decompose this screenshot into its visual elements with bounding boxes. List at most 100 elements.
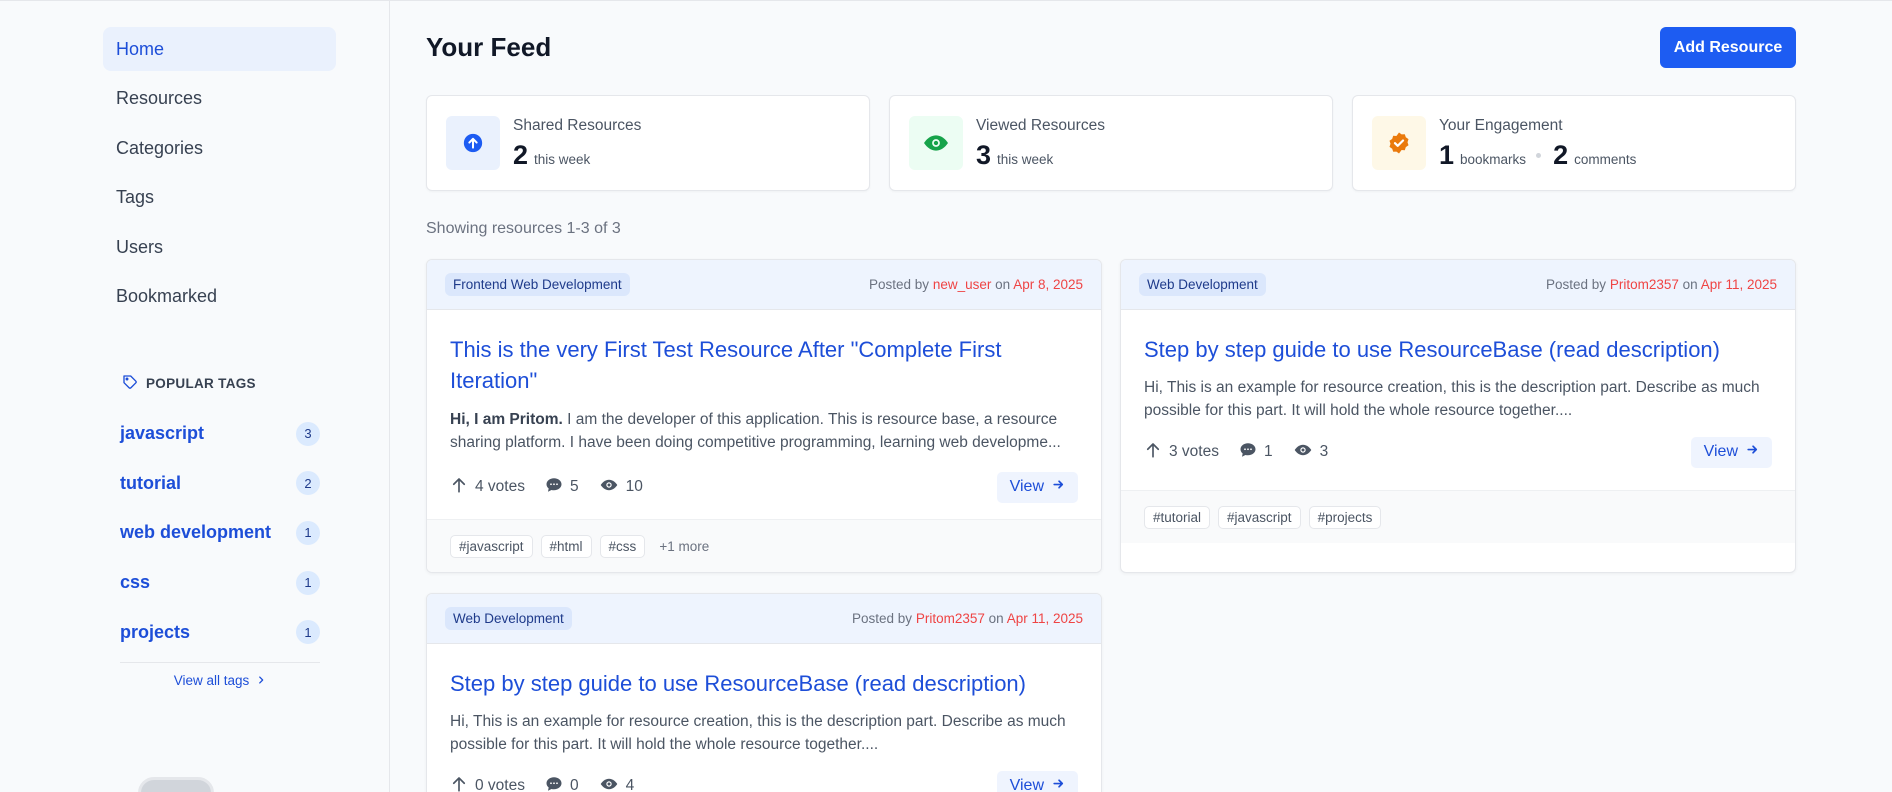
- posted-by: Posted by Pritom2357 on Apr 11, 2025: [1546, 277, 1777, 292]
- popular-tag-name[interactable]: tutorial: [120, 473, 181, 494]
- stat-value: 3: [976, 140, 992, 170]
- card-header: Frontend Web Development Posted by new_u…: [427, 260, 1101, 310]
- resource-description: Hi, This is an example for resource crea…: [450, 713, 1066, 753]
- views: 4: [599, 775, 635, 792]
- author-link[interactable]: Pritom2357: [916, 611, 985, 626]
- popular-tag-name[interactable]: web development: [120, 522, 271, 543]
- popular-tag-name[interactable]: projects: [120, 622, 190, 643]
- popular-tag-count: 1: [296, 620, 320, 645]
- view-button-label: View: [1009, 777, 1044, 792]
- posted-by: Posted by new_user on Apr 8, 2025: [869, 277, 1083, 292]
- arrow-up-icon: [450, 476, 468, 499]
- eye-icon: [599, 775, 619, 792]
- stat-card-viewed: Viewed Resources 3 this week: [889, 95, 1333, 191]
- popular-tag-name[interactable]: css: [120, 572, 150, 593]
- sidebar-item-bookmarked[interactable]: Bookmarked: [103, 275, 336, 319]
- more-tags[interactable]: +1 more: [659, 539, 709, 554]
- post-date: Apr 11, 2025: [1700, 277, 1777, 292]
- sidebar-item-home[interactable]: Home: [103, 27, 336, 71]
- tag-chip[interactable]: #javascript: [450, 534, 533, 558]
- category-badge[interactable]: Web Development: [445, 607, 572, 630]
- votes[interactable]: 4 votes: [450, 476, 525, 499]
- popular-tag-row[interactable]: javascript 3: [120, 409, 320, 459]
- tag-chip[interactable]: #javascript: [1218, 505, 1301, 529]
- view-button[interactable]: View: [996, 770, 1078, 792]
- arrow-up-icon: [450, 775, 468, 792]
- card-body: Step by step guide to use ResourceBase (…: [1121, 310, 1795, 468]
- card-stats: 0 votes 0 4: [450, 775, 634, 792]
- resource-title[interactable]: This is the very First Test Resource Aft…: [450, 334, 1078, 396]
- author-link[interactable]: new_user: [933, 277, 992, 292]
- popular-tags-heading: POPULAR TAGS: [122, 374, 256, 393]
- stat-value-line: 2 this week: [513, 140, 598, 171]
- view-button-label: View: [1703, 443, 1738, 460]
- posted-by: Posted by Pritom2357 on Apr 11, 2025: [852, 611, 1083, 626]
- tag-chip[interactable]: #css: [599, 534, 646, 558]
- comments-unit: comments: [1574, 152, 1637, 167]
- popular-tag-count: 1: [296, 520, 320, 545]
- comments-count: 5: [569, 478, 579, 495]
- popular-tag-row[interactable]: web development 1: [120, 508, 320, 558]
- tag-chip[interactable]: #html: [540, 534, 592, 558]
- sidebar-item-tags[interactable]: Tags: [103, 176, 336, 220]
- add-resource-button[interactable]: Add Resource: [1660, 27, 1796, 68]
- divider: [120, 662, 320, 663]
- stat-value: 2: [513, 140, 529, 170]
- popular-tag-row[interactable]: css 1: [120, 558, 320, 608]
- comments: 1: [1239, 441, 1273, 464]
- tag-chip[interactable]: #tutorial: [1144, 505, 1211, 529]
- bookmarks-count: 1: [1439, 140, 1455, 170]
- posted-on-label: on: [988, 611, 1004, 626]
- tag-chip[interactable]: #projects: [1308, 505, 1382, 529]
- view-all-tags-label: View all tags: [173, 673, 250, 688]
- card-meta: 4 votes 5 10 View: [450, 471, 1078, 503]
- description-bold: Hi, I am Pritom.: [450, 411, 563, 428]
- votes[interactable]: 3 votes: [1144, 441, 1219, 464]
- arrow-up-icon: [1144, 441, 1162, 464]
- resource-card: Frontend Web Development Posted by new_u…: [426, 259, 1102, 573]
- eye-icon: [909, 116, 963, 170]
- popular-tag-row[interactable]: projects 1: [120, 607, 320, 657]
- stat-card-shared: Shared Resources 2 this week: [426, 95, 870, 191]
- theme-toggle[interactable]: [138, 777, 214, 792]
- popular-tag-name[interactable]: javascript: [120, 423, 204, 444]
- comments: 0: [545, 775, 579, 792]
- card-meta: 0 votes 0 4 View: [450, 770, 1078, 792]
- stat-label: Shared Resources: [513, 117, 642, 134]
- view-all-tags-link[interactable]: View all tags: [120, 673, 320, 688]
- posted-by-label: Posted by: [852, 611, 913, 626]
- post-date: Apr 8, 2025: [1013, 277, 1083, 292]
- sidebar-item-resources[interactable]: Resources: [103, 77, 336, 121]
- card-body: Step by step guide to use ResourceBase (…: [427, 644, 1101, 792]
- popular-tags-title: POPULAR TAGS: [146, 376, 256, 391]
- arrow-right-icon: [1052, 777, 1065, 792]
- resource-title[interactable]: Step by step guide to use ResourceBase (…: [1144, 334, 1772, 365]
- votes-count: 0 votes: [475, 777, 525, 792]
- votes[interactable]: 0 votes: [450, 775, 525, 792]
- card-body: This is the very First Test Resource Aft…: [427, 310, 1101, 503]
- card-header: Web Development Posted by Pritom2357 on …: [1121, 260, 1795, 310]
- view-button[interactable]: View: [996, 471, 1078, 503]
- views-count: 4: [625, 777, 635, 792]
- tag-icon: [122, 374, 138, 393]
- view-button[interactable]: View: [1690, 436, 1772, 468]
- views-count: 10: [625, 478, 643, 495]
- sidebar-item-users[interactable]: Users: [103, 225, 336, 269]
- resource-title[interactable]: Step by step guide to use ResourceBase (…: [450, 668, 1078, 699]
- arrow-right-icon: [1052, 478, 1065, 496]
- comments: 5: [545, 476, 579, 499]
- author-link[interactable]: Pritom2357: [1610, 277, 1679, 292]
- resource-description: Hi, I am Pritom. I am the developer of t…: [450, 408, 1078, 454]
- resource-card: Web Development Posted by Pritom2357 on …: [1120, 259, 1796, 573]
- category-badge[interactable]: Frontend Web Development: [445, 273, 630, 296]
- bookmarks-unit: bookmarks: [1460, 152, 1527, 167]
- category-badge[interactable]: Web Development: [1139, 273, 1266, 296]
- eye-icon: [599, 476, 619, 499]
- stat-value-line: 3 this week: [976, 140, 1061, 171]
- popular-tag-count: 2: [296, 471, 320, 496]
- sidebar-item-categories[interactable]: Categories: [103, 126, 336, 170]
- stat-unit: this week: [534, 152, 591, 167]
- votes-count: 4 votes: [475, 478, 525, 495]
- popular-tag-row[interactable]: tutorial 2: [120, 459, 320, 509]
- view-button-label: View: [1009, 478, 1044, 495]
